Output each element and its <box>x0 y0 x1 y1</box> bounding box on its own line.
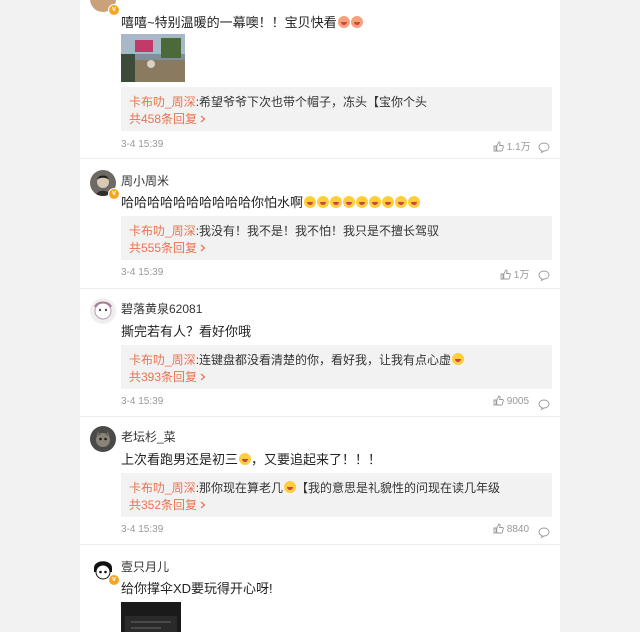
comment-text: 上次看跑男还是初三 <box>121 452 239 467</box>
more-replies-link[interactable]: 共555条回复 <box>129 239 206 256</box>
thumbs-up-icon <box>500 269 511 280</box>
reply-line: 卡布叻_周深:那你现在算老几 【我的意思是礼貌性的问现在读几年级 <box>129 479 500 496</box>
like-button[interactable]: 8840 <box>493 523 529 535</box>
emoji-icon <box>317 196 330 208</box>
comment-text-row: 撕完若有人？看好你哦 <box>121 321 251 340</box>
emoji-icon <box>369 196 382 208</box>
more-replies-link[interactable]: 共393条回复 <box>129 368 206 385</box>
emoji-icon <box>330 196 343 208</box>
reply-author-link[interactable]: 卡布叻_周深 <box>129 224 196 238</box>
avatar[interactable] <box>90 298 116 324</box>
reply-text: :我没有！我不是！我不怕！我只是不擅长驾驭 <box>195 224 440 238</box>
verified-badge-icon: v <box>108 188 120 200</box>
more-replies-link[interactable]: 共458条回复 <box>129 110 206 127</box>
comment-text-suffix: ，又要追起来了！！！ <box>251 452 382 467</box>
emoji-icon <box>284 481 297 493</box>
like-count: 1.1万 <box>506 142 531 153</box>
emoji-icon <box>382 196 395 208</box>
chevron-right-icon <box>200 244 206 252</box>
reply-button[interactable] <box>538 266 550 282</box>
emoji-icon <box>408 196 421 208</box>
thumbs-up-icon <box>493 523 504 534</box>
more-replies-link[interactable]: 共352条回复 <box>129 496 206 513</box>
username[interactable]: 壹只月儿 <box>121 558 169 575</box>
emoji-icon <box>343 196 356 208</box>
reply-text: :希望爷爷下次也带个帽子，冻头【宝你个头 <box>195 95 428 109</box>
username[interactable]: 老坛杉_菜 <box>121 428 176 445</box>
chevron-right-icon <box>200 115 206 123</box>
chevron-right-icon <box>200 373 206 381</box>
like-count: 8840 <box>506 524 530 535</box>
divider <box>80 158 560 159</box>
like-count: 9005 <box>506 396 530 407</box>
reply-author-link[interactable]: 卡布叻_周深 <box>129 481 196 495</box>
emoji-icon <box>395 196 408 208</box>
comment-time: 3-4 15:39 <box>121 139 164 150</box>
comment-text: 撕完若有人？看好你哦 <box>121 324 252 339</box>
reply-line: 卡布叻_周深:我没有！我不是！我不怕！我只是不擅长驾驭 <box>129 222 439 239</box>
comment-photo[interactable] <box>121 602 181 632</box>
verified-badge-icon: v <box>108 4 120 16</box>
comment-time: 3-4 15:39 <box>121 524 164 535</box>
reply-line: 卡布叻_周深:希望爷爷下次也带个帽子，冻头【宝你个头 <box>129 93 427 110</box>
thumbs-up-icon <box>493 395 504 406</box>
reply-text: :那你现在算老几 <box>195 481 284 495</box>
comment-text: 哈哈哈哈哈哈哈哈哈哈你怕水啊 <box>121 195 304 210</box>
like-button[interactable]: 1万 <box>500 266 529 281</box>
reply-button[interactable] <box>538 138 550 154</box>
comment-bubble-icon <box>538 270 550 282</box>
reply-preview[interactable]: 卡布叻_周深:希望爷爷下次也带个帽子，冻头【宝你个头 共458条回复 <box>121 87 552 131</box>
emoji-icon <box>452 353 465 365</box>
reply-preview[interactable]: 卡布叻_周深:连键盘都没看清楚的你，看好我，让我有点心虚 共393条回复 <box>121 345 552 389</box>
verified-badge-icon: v <box>108 574 120 586</box>
comment-text-row: 上次看跑男还是初三 ，又要追起来了！！！ <box>121 449 381 468</box>
divider <box>80 288 560 289</box>
reply-author-link[interactable]: 卡布叻_周深 <box>129 95 196 109</box>
emoji-icon <box>239 453 252 465</box>
comment-feed: v 嘻嘻~特别温暖的一幕噢！！宝贝快看 卡布叻_周深:希望爷爷下次也带个帽子，冻… <box>80 0 560 632</box>
reply-count: 共458条回复 <box>129 112 198 126</box>
username[interactable]: 周小周米 <box>121 172 169 189</box>
reply-preview[interactable]: 卡布叻_周深:我没有！我不是！我不怕！我只是不擅长驾驭 共555条回复 <box>121 216 552 260</box>
comment-bubble-icon <box>538 142 550 154</box>
reply-button[interactable] <box>538 395 550 411</box>
comment-photo[interactable] <box>121 34 185 82</box>
reply-button[interactable] <box>538 523 550 539</box>
emoji-icon <box>356 196 369 208</box>
emoji-icon <box>350 16 363 28</box>
comment-time: 3-4 15:39 <box>121 267 164 278</box>
thumbs-up-icon <box>493 141 504 152</box>
avatar[interactable] <box>90 426 116 452</box>
reply-text-suffix: 【我的意思是礼貌性的问现在读几年级 <box>296 481 501 495</box>
like-count: 1万 <box>513 270 530 281</box>
divider <box>80 544 560 545</box>
reply-count: 共555条回复 <box>129 241 198 255</box>
comment-time: 3-4 15:39 <box>121 396 164 407</box>
comment-text: 嘻嘻~特别温暖的一幕噢！！宝贝快看 <box>121 15 337 30</box>
reply-count: 共393条回复 <box>129 370 198 384</box>
reply-count: 共352条回复 <box>129 498 198 512</box>
reply-author-link[interactable]: 卡布叻_周深 <box>129 353 196 367</box>
username[interactable]: 碧落黄泉62081 <box>121 300 202 317</box>
comment-text-row: 哈哈哈哈哈哈哈哈哈哈你怕水啊 <box>121 192 421 211</box>
emoji-icon <box>304 196 317 208</box>
reply-text: :连键盘都没看清楚的你，看好我，让我有点心虚 <box>195 353 452 367</box>
emoji-icon <box>337 16 350 28</box>
like-button[interactable]: 9005 <box>493 395 529 407</box>
comment-text: 给你撑伞XD要玩得开心呀! <box>121 581 273 596</box>
like-button[interactable]: 1.1万 <box>493 138 531 153</box>
comment-bubble-icon <box>538 527 550 539</box>
comment-text-row: 给你撑伞XD要玩得开心呀! <box>121 578 273 597</box>
chevron-right-icon <box>200 501 206 509</box>
divider <box>80 416 560 417</box>
reply-line: 卡布叻_周深:连键盘都没看清楚的你，看好我，让我有点心虚 <box>129 351 465 368</box>
comment-text-row: 嘻嘻~特别温暖的一幕噢！！宝贝快看 <box>121 12 363 31</box>
comment-bubble-icon <box>538 399 550 411</box>
reply-preview[interactable]: 卡布叻_周深:那你现在算老几 【我的意思是礼貌性的问现在读几年级 共352条回复 <box>121 473 552 517</box>
